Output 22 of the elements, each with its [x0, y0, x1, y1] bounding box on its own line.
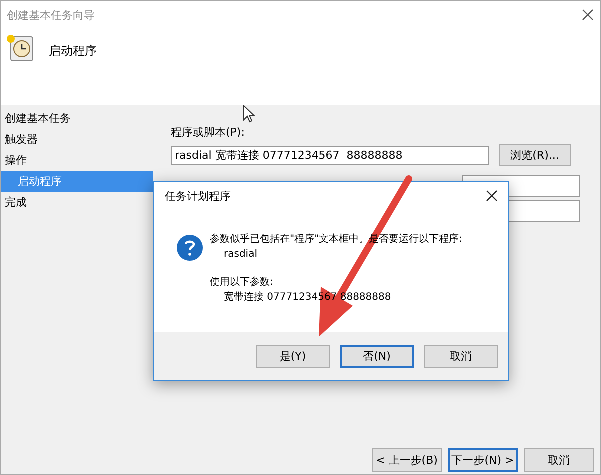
program-name: rasdial [223, 248, 258, 262]
close-icon[interactable] [582, 9, 594, 21]
page-heading: 启动程序 [49, 43, 97, 60]
dialog-button[interactable]: 否(N) [340, 344, 414, 368]
dialog-button[interactable]: 取消 [424, 344, 498, 368]
window-title: 创建基本任务向导 [7, 8, 95, 22]
sidebar-item[interactable]: 操作 [1, 150, 153, 171]
sidebar-item[interactable]: 触发器 [1, 129, 153, 150]
wizard-button[interactable]: 下一步(N) > [448, 448, 518, 472]
clock-icon [5, 33, 35, 63]
arguments-label: 使用以下参数: [210, 276, 274, 290]
field-label: 程序或脚本(P): [171, 125, 246, 140]
program-field[interactable]: rasdial 宽带连接 07771234567 88888888 [171, 146, 489, 164]
wizard-button[interactable]: 取消 [524, 448, 594, 472]
close-icon[interactable] [486, 190, 498, 202]
question-icon [176, 234, 204, 262]
dialog-title: 任务计划程序 [165, 188, 231, 204]
browse-button[interactable]: 浏览(R)... [499, 144, 571, 166]
wizard-button[interactable]: < 上一步(B) [372, 448, 442, 472]
sidebar-item[interactable]: 完成 [1, 192, 153, 213]
sidebar-item[interactable]: 创建基本任务 [1, 108, 153, 129]
dialog-button[interactable]: 是(Y) [256, 344, 330, 368]
